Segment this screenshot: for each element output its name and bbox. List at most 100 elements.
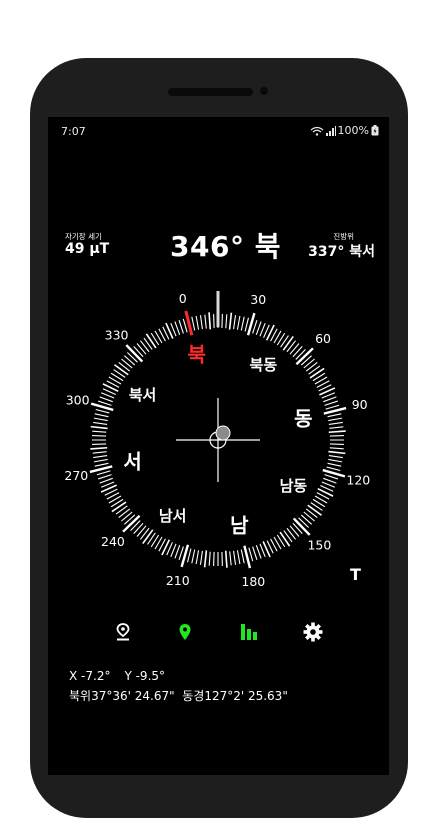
dial-tick [115,505,128,515]
gps-coordinates: 북위37°36' 24.67" 동경127°2' 25.63" [69,689,288,703]
dial-tick [94,462,109,467]
degree-label: 90 [352,397,368,412]
dial-tick [221,551,223,566]
location-pin-button[interactable] [108,617,138,647]
dial-tick [255,545,262,559]
intercardinal-label: 북동 [250,356,278,374]
dial-tick [143,337,153,350]
dial-tick [97,474,112,480]
dial-tick [90,446,108,450]
dial-tick [327,413,342,418]
dial-tick [170,543,177,558]
dial-tick [92,451,107,454]
dial-tick [92,443,107,445]
degree-label: 150 [307,538,331,553]
dial-tick [233,550,237,565]
dial-tick [308,365,321,375]
degree-label: 300 [66,392,90,407]
dial-tick [221,314,223,329]
dial-tick [329,443,344,445]
dial-tick [300,514,313,525]
true-heading-value: 337° 북서 [308,244,375,260]
dial-tick [289,525,300,537]
dial-tick [111,501,127,513]
front-camera [260,87,268,95]
dial-tick [178,319,184,334]
battery-icon [371,125,379,136]
dial-tick [329,426,344,429]
dial-tick [182,318,188,333]
dial-tick [96,470,111,476]
dial-tick [121,511,133,522]
dial-tick [279,531,291,547]
dial-tick [305,361,318,372]
dial-tick [321,481,336,488]
intercardinal-label: 남서 [159,507,187,525]
tilt-readout: X -7.2° Y -9.5° [69,669,179,683]
settings-button[interactable] [298,617,328,647]
dial-tick [99,477,113,484]
dial-tick [236,550,241,565]
bottom-toolbar [48,617,389,647]
dial-tick [324,400,339,406]
intercardinal-label: 남동 [280,477,308,495]
dial-tick [229,551,232,566]
dial-tick [208,312,212,330]
dial-tick [225,314,228,329]
dial-tick [213,551,215,566]
intercardinal-label: 북서 [129,386,157,404]
degree-label: 120 [346,473,370,488]
dial-tick [329,447,344,450]
cardinal-label: 남 [230,513,249,537]
wifi-icon [310,126,323,136]
dial-tick [99,396,113,403]
degree-label: 240 [101,534,125,549]
dial-tick [139,340,150,353]
degree-label: 60 [315,331,331,346]
dial-tick [136,525,147,537]
degree-label: 210 [166,573,190,588]
dial-tick [286,527,297,540]
dial-tick [328,417,343,422]
dial-tick [93,458,108,463]
location-pin-icon [116,623,130,641]
cardinal-label: 북 [188,343,206,367]
status-indicators: 100% [310,124,379,137]
battery-percent: 100% [337,124,369,137]
signal-icon [325,125,336,136]
dial-tick [325,404,340,410]
compass-dial: 3300 306090120150180210240270300북동남서북동남동남… [64,291,370,589]
dial-tick [123,355,136,366]
map-marker-button[interactable] [170,617,200,647]
level-bubble [176,398,260,482]
dial-tick [133,522,144,535]
tilt-y: Y -9.5° [124,669,166,683]
degree-label: 180 [241,574,265,589]
true-north-indicator: T [350,565,361,584]
dial-tick [248,547,254,562]
dial-tick [329,435,344,437]
dial-tick [92,430,107,433]
dial-tick [217,552,219,567]
dial-tick [303,511,315,522]
tilt-x: X -7.2° [69,669,111,683]
degree-label: 270 [64,468,88,483]
gear-icon [303,622,323,642]
dial-tick [100,392,115,399]
dial-tick [174,545,181,559]
dial-tick [303,358,315,369]
dial-tick [323,396,337,403]
dial-tick [208,551,211,566]
dial-tick [91,439,107,441]
magnetic-field-value: 49 μT [65,241,110,257]
app-screen: 7:07 100% 자기장 세기 49 μT 346° 북 진방위 337° 북… [48,117,389,775]
dial-tick [93,455,108,459]
dial-tick [252,546,258,561]
bar-chart-button[interactable] [234,617,264,647]
dial-tick [328,430,346,434]
dial-tick [289,343,300,355]
degree-label: 330 [105,327,129,342]
dial-tick [174,321,181,335]
dial-tick [283,530,293,543]
dial-tick [213,314,215,329]
